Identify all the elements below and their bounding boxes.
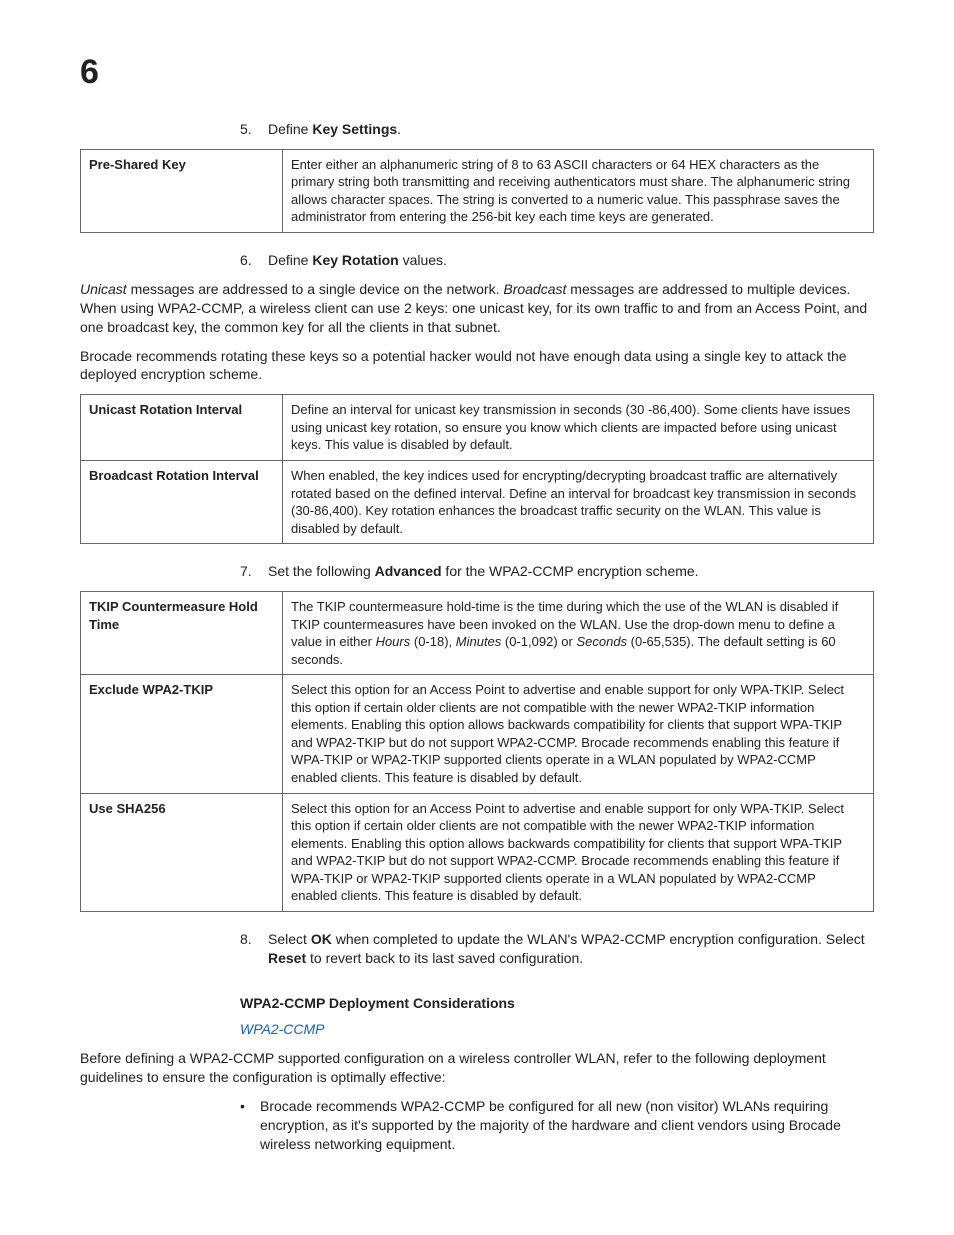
cell-label: Use SHA256	[81, 793, 283, 911]
cell-desc: When enabled, the key indices used for e…	[283, 460, 874, 543]
chapter-number: 6	[80, 50, 874, 96]
cell-label: Exclude WPA2-TKIP	[81, 675, 283, 793]
cell-desc: Enter either an alphanumeric string of 8…	[283, 149, 874, 232]
paragraph-rotation-recommend: Brocade recommends rotating these keys s…	[80, 347, 874, 385]
step-text: Define Key Settings.	[268, 120, 401, 139]
cell-label: TKIP Countermeasure Hold Time	[81, 592, 283, 675]
section-heading: WPA2-CCMP Deployment Considerations	[240, 994, 874, 1013]
table-advanced: TKIP Countermeasure Hold Time The TKIP c…	[80, 591, 874, 912]
cell-desc: Select this option for an Access Point t…	[283, 793, 874, 911]
cell-desc: Select this option for an Access Point t…	[283, 675, 874, 793]
step-text: Define Key Rotation values.	[268, 251, 447, 270]
cell-desc: Define an interval for unicast key trans…	[283, 395, 874, 461]
step-number: 5.	[240, 120, 268, 139]
step-number: 6.	[240, 251, 268, 270]
step-6: 6. Define Key Rotation values.	[240, 251, 874, 270]
bullet-item: • Brocade recommends WPA2-CCMP be config…	[240, 1097, 874, 1154]
step-7: 7. Set the following Advanced for the WP…	[240, 562, 874, 581]
step-number: 8.	[240, 930, 268, 968]
bullet-icon: •	[240, 1097, 260, 1154]
bullet-text: Brocade recommends WPA2-CCMP be configur…	[260, 1097, 874, 1154]
step-number: 7.	[240, 562, 268, 581]
link-wpa2-ccmp[interactable]: WPA2-CCMP	[240, 1020, 874, 1039]
step-5: 5. Define Key Settings.	[240, 120, 874, 139]
paragraph-deployment: Before defining a WPA2-CCMP supported co…	[80, 1049, 874, 1087]
step-8: 8. Select OK when completed to update th…	[240, 930, 874, 968]
step-text: Select OK when completed to update the W…	[268, 930, 874, 968]
cell-desc: The TKIP countermeasure hold-time is the…	[283, 592, 874, 675]
cell-label: Unicast Rotation Interval	[81, 395, 283, 461]
table-key-rotation: Unicast Rotation Interval Define an inte…	[80, 394, 874, 544]
step-text: Set the following Advanced for the WPA2-…	[268, 562, 699, 581]
table-key-settings: Pre-Shared Key Enter either an alphanume…	[80, 149, 874, 233]
cell-label: Broadcast Rotation Interval	[81, 460, 283, 543]
cell-label: Pre-Shared Key	[81, 149, 283, 232]
paragraph-unicast-broadcast: Unicast messages are addressed to a sing…	[80, 280, 874, 337]
